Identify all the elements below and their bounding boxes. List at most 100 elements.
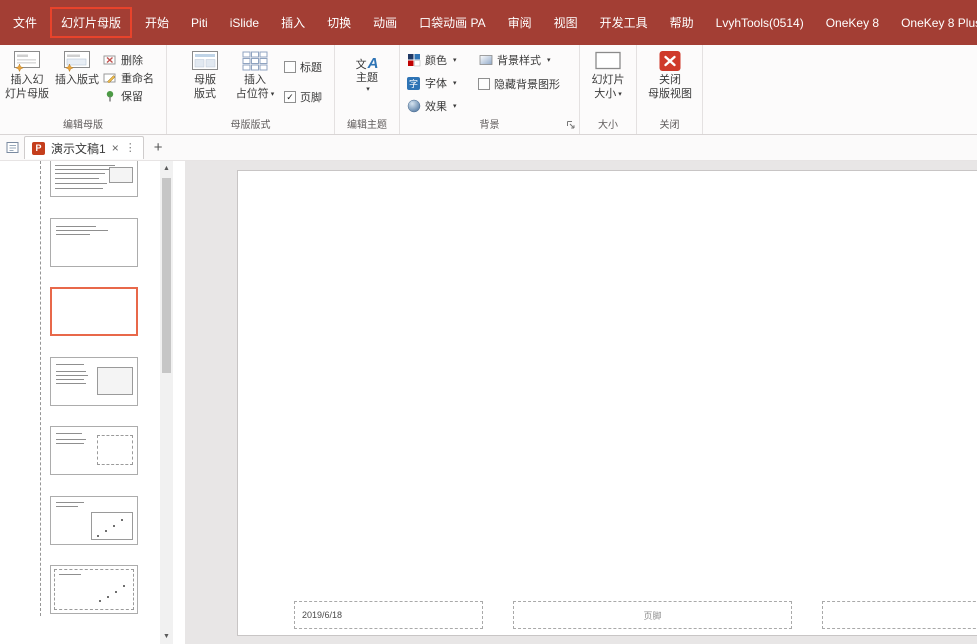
check-icon: ✓ — [286, 91, 294, 102]
tab-view[interactable]: 视图 — [543, 0, 589, 45]
document-tab-presentation1[interactable]: P 演示文稿1 × ⋮ — [24, 136, 144, 159]
insert-layout-button[interactable]: 插入版式 — [53, 49, 101, 115]
tab-onekey8[interactable]: OneKey 8 — [815, 0, 890, 45]
slide-number-placeholder[interactable] — [822, 601, 977, 629]
ribbon-group-edit-theme: 文 A 主题 ▾ 编辑主题 — [335, 45, 400, 134]
sketch-line — [55, 188, 103, 189]
button-label: 母版 — [194, 74, 216, 86]
tab-insert[interactable]: 插入 — [270, 0, 316, 45]
button-label: 占位符 — [235, 88, 269, 100]
button-label: 版式 — [194, 88, 216, 100]
sketch-dot — [97, 535, 99, 537]
new-tab-button[interactable]: + — [154, 140, 163, 155]
delete-button[interactable]: 删除 — [102, 52, 143, 68]
hide-background-graphics-row[interactable]: 隐藏背景图形 — [478, 76, 560, 92]
tab-transitions[interactable]: 切换 — [316, 0, 362, 45]
tab-slide-master[interactable]: 幻灯片母版 — [50, 7, 133, 38]
button-label: 颜色 — [425, 55, 447, 67]
footer-checkbox-row[interactable]: ✓ 页脚 — [284, 89, 322, 105]
title-checkbox[interactable] — [284, 61, 296, 73]
dropdown-arrow-icon: ▾ — [618, 91, 622, 98]
footer-checkbox[interactable]: ✓ — [284, 91, 296, 103]
button-label: 插入 — [244, 74, 266, 86]
slide-thumbnail-2[interactable] — [50, 218, 138, 267]
sketch-dot — [105, 530, 107, 532]
document-icon[interactable] — [3, 140, 21, 155]
theme-colors-button[interactable]: 颜色 ▾ — [406, 52, 457, 68]
tab-review[interactable]: 审阅 — [497, 0, 543, 45]
slide-master-editing-area[interactable]: 2019/6/18 页脚 — [237, 170, 977, 636]
button-label: 灯片母版 — [5, 88, 49, 100]
effects-icon — [406, 99, 421, 113]
background-styles-button[interactable]: 背景样式 ▾ — [478, 52, 551, 68]
slide-thumbnail-panel: ▲ ▼ — [0, 161, 185, 644]
sketch-line — [55, 173, 105, 174]
insert-slide-master-button[interactable]: 插入幻 灯片母版 — [2, 49, 52, 115]
sketch-line — [55, 183, 107, 184]
scroll-down-icon: ▼ — [163, 633, 170, 640]
footer-placeholder[interactable]: 页脚 — [513, 601, 792, 629]
checkbox-label: 页脚 — [300, 92, 322, 104]
scroll-up-button[interactable]: ▲ — [160, 161, 173, 176]
sketch-line — [56, 502, 84, 503]
preserve-button[interactable]: 保留 — [102, 88, 143, 104]
tab-pocket-animation[interactable]: 口袋动画 PA — [408, 0, 496, 45]
tab-help[interactable]: 帮助 — [659, 0, 705, 45]
button-label: 幻灯片 — [591, 74, 625, 86]
fonts-icon-glyph: 字 — [408, 78, 418, 89]
tab-onekey8-plus[interactable]: OneKey 8 Plus — [890, 0, 977, 45]
tab-piti[interactable]: Piti — [180, 0, 219, 45]
button-label: 删除 — [121, 55, 143, 67]
rename-button[interactable]: 重命名 — [102, 70, 154, 86]
tab-file[interactable]: 文件 — [2, 0, 48, 45]
slide-thumbnail-1[interactable] — [50, 161, 138, 197]
sketch-line — [55, 178, 99, 179]
content-area: ▲ ▼ 2019/6/18 页脚 — [0, 161, 977, 644]
tab-animations[interactable]: 动画 — [362, 0, 408, 45]
scrollbar-thumb[interactable] — [162, 178, 171, 373]
background-styles-icon — [478, 53, 493, 67]
slide-thumbnail-5[interactable] — [50, 426, 138, 475]
close-master-view-button[interactable]: 关闭 母版视图 — [644, 49, 696, 115]
tab-close-icon[interactable]: × — [112, 142, 119, 154]
themes-button[interactable]: 文 A 主题 ▾ — [343, 49, 391, 115]
tab-home[interactable]: 开始 — [134, 0, 180, 45]
slide-thumbnail-3-selected[interactable] — [50, 287, 138, 336]
dropdown-arrow-icon: ▾ — [453, 79, 457, 87]
tab-developer[interactable]: 开发工具 — [589, 0, 659, 45]
hide-background-graphics-checkbox[interactable] — [478, 78, 490, 90]
dropdown-arrow-icon: ▾ — [453, 102, 457, 110]
tab-more-icon[interactable]: ⋮ — [125, 142, 136, 154]
scroll-down-button[interactable]: ▼ — [160, 629, 173, 644]
button-label: 插入版式 — [55, 74, 99, 86]
date-placeholder-text: 2019/6/18 — [302, 610, 343, 620]
date-placeholder[interactable]: 2019/6/18 — [294, 601, 483, 629]
sketch-placeholder-box — [97, 435, 133, 465]
ribbon-group-size: 幻灯片 大小 ▾ 大小 — [580, 45, 637, 134]
thumbnail-scrollbar[interactable]: ▲ ▼ — [160, 161, 173, 644]
ribbon-group-close: 关闭 母版视图 关闭 — [637, 45, 703, 134]
group-label-close: 关闭 — [659, 120, 680, 131]
insert-placeholder-button[interactable]: 插入 占位符 ▾ — [230, 49, 280, 115]
fonts-icon: 字 — [406, 76, 421, 90]
insert-layout-icon — [63, 49, 91, 73]
delete-icon — [102, 53, 117, 67]
master-layout-button[interactable]: 母版 版式 — [182, 49, 228, 115]
sketch-line — [59, 574, 81, 575]
theme-effects-button[interactable]: 效果 ▾ — [406, 98, 457, 114]
slide-thumbnail-4[interactable] — [50, 357, 138, 406]
tab-islide[interactable]: iSlide — [219, 0, 270, 45]
slide-thumbnail-6[interactable] — [50, 496, 138, 545]
ribbon: 插入幻 灯片母版 插入版式 删除 重命名 保留 编辑母版 母版 版式 插入 占位… — [0, 45, 977, 135]
slide-size-button[interactable]: 幻灯片 大小 ▾ — [584, 49, 632, 115]
sketch-line — [56, 439, 86, 440]
sketch-image — [109, 167, 133, 183]
slide-thumbnail-7[interactable] — [50, 565, 138, 614]
title-checkbox-row[interactable]: 标题 — [284, 59, 322, 75]
theme-fonts-button[interactable]: 字 字体 ▾ — [406, 75, 457, 91]
sketch-line — [56, 234, 90, 235]
tab-lvyhtools[interactable]: LvyhTools(0514) — [705, 0, 815, 45]
document-tab-label: 演示文稿1 — [51, 141, 106, 156]
background-dialog-launcher[interactable] — [565, 119, 577, 131]
themes-icon: 文 A — [356, 49, 379, 71]
